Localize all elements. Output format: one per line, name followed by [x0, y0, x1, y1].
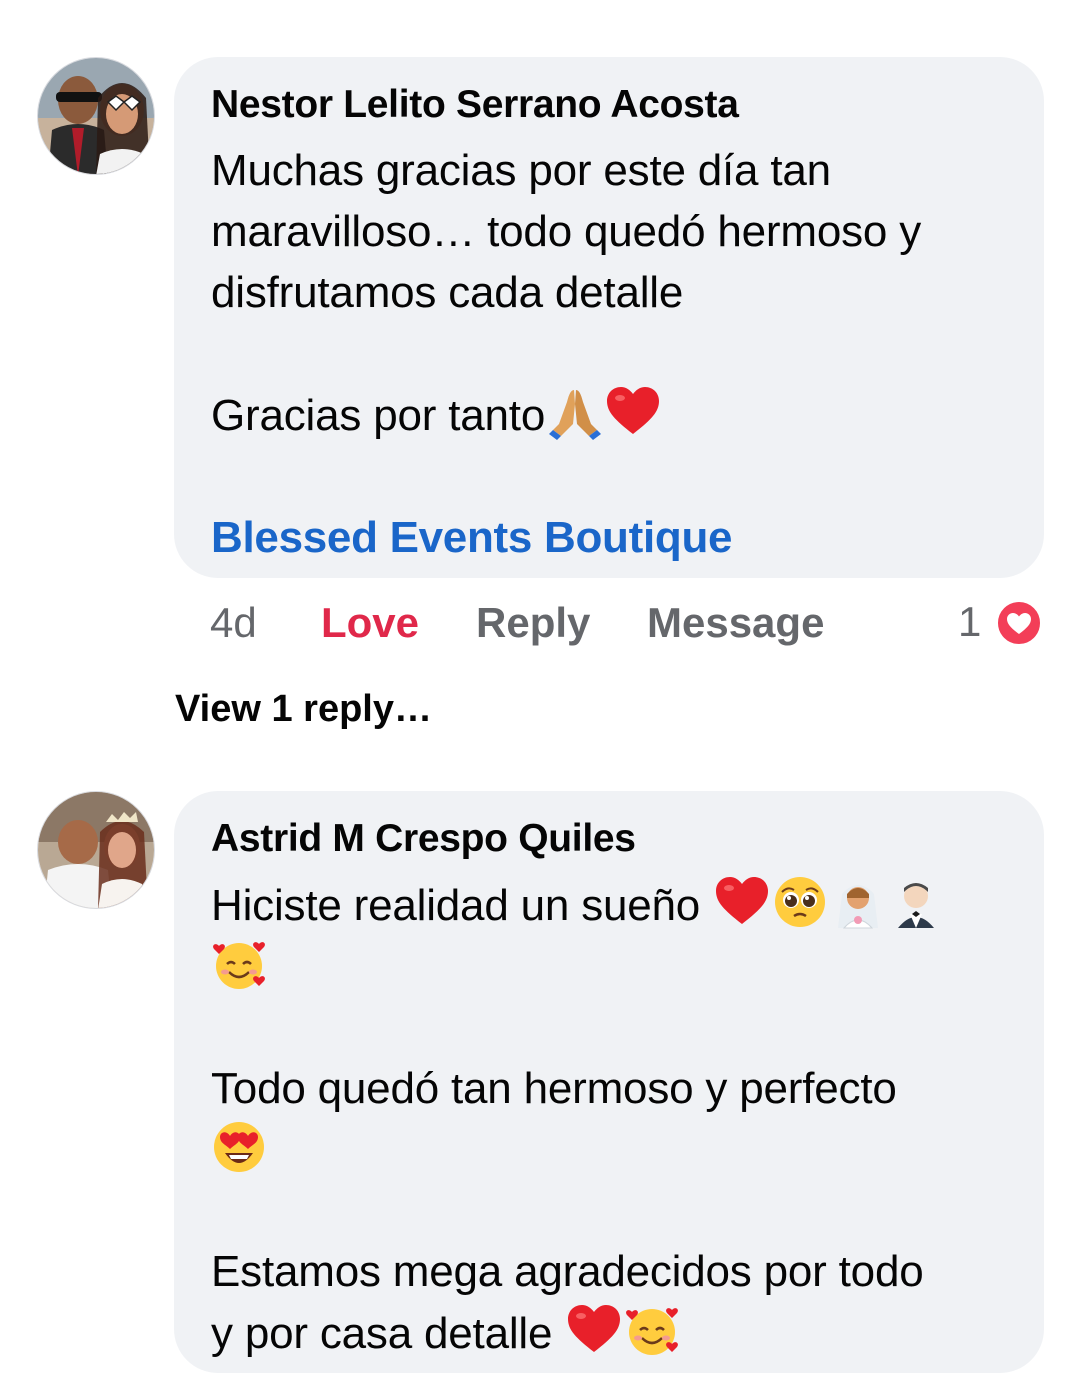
red-heart-emoji-icon — [605, 384, 661, 440]
comment-text: Hiciste realidad un sueño — [211, 881, 701, 930]
comment-author[interactable]: Nestor Lelito Serrano Acosta — [211, 82, 1044, 128]
comment-text-line: disfrutamos cada detalle — [211, 268, 684, 317]
avatar[interactable] — [37, 791, 155, 909]
comment-text: Gracias por tanto — [211, 391, 546, 440]
comment-author[interactable]: Astrid M Crespo Quiles — [211, 816, 1044, 862]
heart-reaction-icon[interactable] — [996, 600, 1042, 646]
comment-text-line: Todo quedó tan hermoso y perfecto — [211, 1064, 897, 1113]
love-reaction-button[interactable]: Love — [321, 598, 419, 648]
message-button[interactable]: Message — [647, 598, 824, 648]
smiling-face-with-hearts-emoji-icon — [624, 1302, 680, 1358]
comment-bubble: Nestor Lelito Serrano Acosta Muchas grac… — [174, 57, 1044, 578]
avatar[interactable] — [37, 57, 155, 175]
reaction-count[interactable]: 1 — [958, 598, 981, 646]
comment-text-line: y por casa detalle — [211, 1302, 1044, 1364]
smiling-face-with-heart-eyes-emoji-icon — [211, 1119, 267, 1175]
red-heart-emoji-icon — [566, 1302, 622, 1358]
comment-text-line: Muchas gracias por este día tan — [211, 146, 831, 195]
bride-with-veil-emoji-icon — [830, 874, 886, 930]
comment-text: y por casa detalle — [211, 1309, 553, 1358]
reply-button[interactable]: Reply — [476, 598, 590, 648]
comment-bubble: Astrid M Crespo Quiles Hiciste realidad … — [174, 791, 1044, 1373]
comment-blank-line — [211, 323, 1044, 384]
smiling-face-with-hearts-emoji-icon — [211, 936, 267, 992]
comment-blank-line — [211, 997, 1044, 1058]
folded-hands-emoji-icon — [547, 384, 603, 440]
red-heart-emoji-icon — [714, 874, 770, 930]
comment-actions: 4d Love Reply Message — [210, 598, 910, 648]
comment-text-line — [211, 1119, 1044, 1180]
comment-blank-line — [211, 1180, 1044, 1241]
comment-text-line — [211, 936, 1044, 997]
comment-text-line: Hiciste realidad un sueño — [211, 874, 1044, 936]
comment-text-line: maravilloso… todo quedó hermoso y — [211, 207, 921, 256]
view-replies-link[interactable]: View 1 reply… — [175, 688, 432, 731]
man-in-tuxedo-emoji-icon — [888, 874, 944, 930]
comment-timestamp: 4d — [210, 599, 257, 646]
comment-text-line: Gracias por tanto — [211, 384, 1044, 446]
pleading-face-emoji-icon — [772, 874, 828, 930]
mention-link[interactable]: Blessed Events Boutique — [211, 507, 1044, 568]
comment-text-line: Estamos mega agradecidos por todo — [211, 1247, 924, 1296]
